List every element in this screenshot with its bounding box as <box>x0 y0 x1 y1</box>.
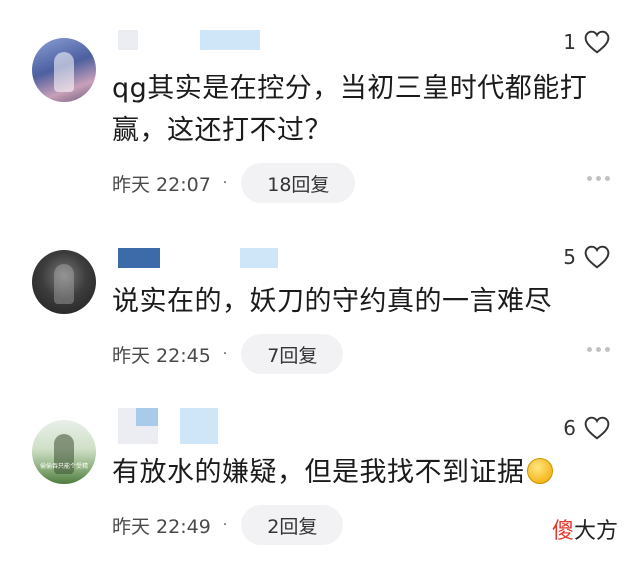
more-options-icon[interactable] <box>587 176 610 181</box>
username-redacted[interactable] <box>118 30 138 50</box>
like-button[interactable]: 1 <box>563 28 610 56</box>
comment-time: 昨天 22:45 <box>112 344 211 367</box>
avatar-figure <box>54 52 74 92</box>
username-redacted[interactable] <box>136 408 158 426</box>
user-avatar[interactable] <box>32 38 96 102</box>
avatar-caption: 偷偷吞只能个受精 <box>39 463 88 470</box>
like-count: 6 <box>563 416 576 440</box>
like-button[interactable]: 5 <box>563 243 610 271</box>
comment-text: 说实在的，妖刀的守约真的一言难尽 <box>112 286 552 317</box>
more-options-icon[interactable] <box>587 347 610 352</box>
comment-time: 昨天 22:49 <box>112 515 211 538</box>
comment-time: 昨天 22:07 <box>112 173 211 196</box>
watermark-accent: 傻 <box>551 519 574 544</box>
comment-text: 有放水的嫌疑，但是我找不到证据 <box>112 452 602 494</box>
heart-icon <box>584 416 610 440</box>
user-avatar[interactable]: 偷偷吞只能个受精 <box>32 420 96 484</box>
comment-text-body: 有放水的嫌疑，但是我找不到证据 <box>112 457 525 488</box>
avatar-figure <box>54 264 74 304</box>
watermark: 傻大方 <box>552 513 618 545</box>
comment-text: qg其实是在控分，当初三皇时代都能打赢，这还打不过？ <box>112 73 588 146</box>
reply-button[interactable]: 18回复 <box>241 163 356 203</box>
separator-dot: · <box>222 175 228 191</box>
comment-meta: 昨天 22:49 · 2回复 <box>112 505 344 545</box>
comment-meta: 昨天 22:45 · 7回复 <box>112 334 344 374</box>
heart-icon <box>584 30 610 54</box>
grin-emoji-icon <box>526 457 553 484</box>
username-redacted[interactable] <box>180 408 218 444</box>
username-redacted[interactable] <box>200 30 260 50</box>
separator-dot: · <box>222 346 228 362</box>
user-avatar[interactable] <box>32 250 96 314</box>
like-button[interactable]: 6 <box>563 414 610 442</box>
like-count: 5 <box>563 245 576 269</box>
heart-icon <box>584 245 610 269</box>
watermark-rest: 大方 <box>573 519 618 544</box>
like-count: 1 <box>563 30 576 54</box>
username-redacted[interactable] <box>240 248 278 268</box>
comment-meta: 昨天 22:07 · 18回复 <box>112 163 356 203</box>
separator-dot: · <box>222 517 228 533</box>
reply-button[interactable]: 2回复 <box>241 505 344 545</box>
username-redacted[interactable] <box>118 248 160 268</box>
reply-button[interactable]: 7回复 <box>241 334 344 374</box>
